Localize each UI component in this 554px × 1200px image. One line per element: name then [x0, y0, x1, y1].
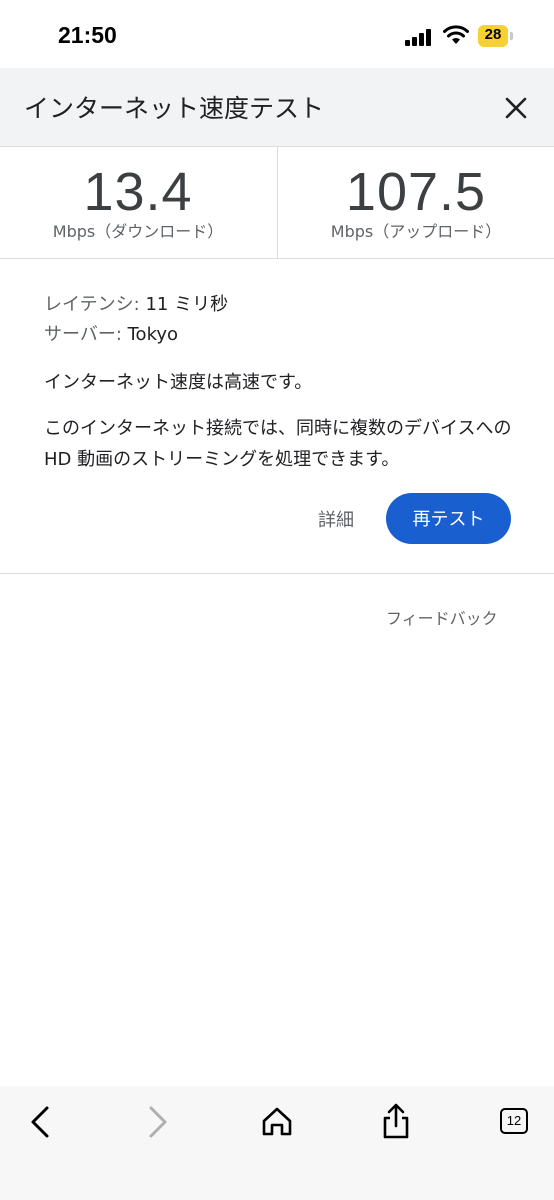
status-time: 21:50	[58, 22, 117, 48]
speed-description: このインターネット接続では、同時に複数のデバイスへの HD 動画のストリーミング…	[44, 418, 512, 470]
details-link[interactable]: 詳細	[318, 506, 354, 532]
cellular-signal-icon	[405, 28, 435, 46]
dialog-header: インターネット速度テスト	[0, 68, 554, 147]
back-icon[interactable]	[18, 1100, 62, 1144]
status-bar: 21:50 28	[0, 0, 554, 68]
feedback-link[interactable]: フィードバック	[386, 605, 498, 629]
divider	[0, 573, 554, 574]
server-row: サーバー: Tokyo	[44, 320, 514, 350]
wifi-icon	[443, 25, 469, 44]
upload-speed-unit: Mbps（アップロード）	[330, 222, 502, 241]
browser-toolbar	[0, 1086, 554, 1200]
upload-speed: 107.5 Mbps（アップロード）	[277, 147, 554, 258]
battery-icon: 28	[478, 25, 514, 47]
forward-icon[interactable]	[136, 1100, 180, 1144]
battery-level: 28	[484, 26, 502, 43]
download-speed-value: 13.4	[83, 162, 193, 222]
latency-value: 11 ミリ秒	[145, 294, 229, 315]
retest-button[interactable]: 再テスト	[386, 493, 511, 544]
server-value: Tokyo	[127, 324, 179, 345]
upload-speed-value: 107.5	[345, 162, 487, 222]
speed-verdict: インターネット速度は高速です。	[44, 372, 313, 393]
server-label: サーバー:	[44, 324, 122, 345]
latency-row: レイテンシ: 11 ミリ秒	[44, 290, 514, 320]
page-title: インターネット速度テスト	[24, 94, 325, 123]
download-speed-unit: Mbps（ダウンロード）	[52, 222, 224, 241]
test-info: レイテンシ: 11 ミリ秒 サーバー: Tokyo	[44, 290, 514, 350]
tabs-count-button[interactable]: 12	[500, 1108, 528, 1134]
home-icon[interactable]	[255, 1100, 299, 1144]
share-icon[interactable]	[374, 1100, 418, 1144]
download-speed: 13.4 Mbps（ダウンロード）	[0, 147, 276, 258]
speed-results: 13.4 Mbps（ダウンロード） 107.5 Mbps（アップロード）	[0, 147, 554, 259]
close-icon[interactable]	[498, 90, 534, 126]
latency-label: レイテンシ:	[44, 294, 140, 315]
